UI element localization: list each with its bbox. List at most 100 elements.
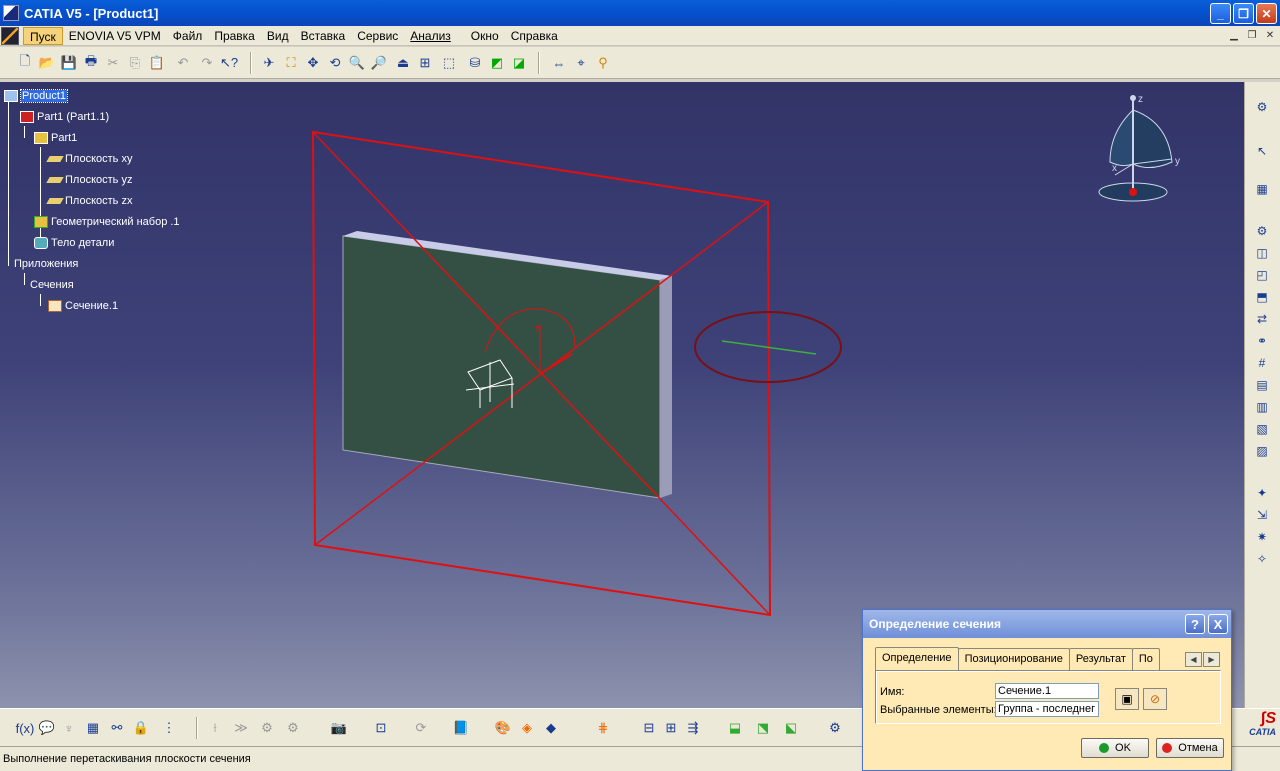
multi-instantiation-icon[interactable]: ▧ [1253,420,1271,438]
snap-icon[interactable]: ⇲ [1253,506,1271,524]
cut-icon[interactable]: ✂ [104,54,122,72]
tree-node-plane-zx[interactable]: Плоскость zx [46,193,132,209]
generate-numbering-icon[interactable]: # [1253,354,1271,372]
distance-icon[interactable]: ⬔ [754,719,772,737]
document-icon[interactable] [1,26,19,45]
restore-button[interactable]: ❐ [1233,3,1254,24]
whats-this-icon[interactable]: ↖? [220,54,238,72]
menu-help[interactable]: Справка [505,27,564,45]
measure-between-icon[interactable]: ⇔ [550,54,568,72]
apply-material-icon[interactable]: 🎨 [494,719,512,737]
space-analysis-icon[interactable]: ⬓ [726,719,744,737]
formula-icon[interactable]: f(x) [16,719,35,737]
menu-file[interactable]: Файл [167,27,209,45]
help-button[interactable]: ? [1185,614,1205,634]
save-icon[interactable]: 💾 [60,54,78,72]
manipulation-icon[interactable]: ✦ [1253,484,1271,502]
redo-icon[interactable]: ↷ [198,54,216,72]
clash-icon[interactable]: ⇶ [684,719,702,737]
pan-icon[interactable]: ✥ [304,54,322,72]
camera-icon[interactable]: 📷 [330,719,348,737]
copy-icon[interactable]: ⎘ [126,54,144,72]
undo-icon[interactable]: ↶ [174,54,192,72]
sketcher-icon[interactable]: ⚙ [1253,98,1271,116]
swap-space-icon[interactable]: ◪ [510,54,528,72]
tab-scroll-left-icon[interactable]: ◀ [1185,652,1202,667]
menu-window[interactable]: Окно [465,27,505,45]
offset-icon[interactable]: ⚙ [284,719,302,737]
rule-icon[interactable]: ♆ [60,719,78,737]
hide-show-icon[interactable]: ◩ [488,54,506,72]
menu-analysis[interactable]: Анализ [404,27,457,45]
compare-icon[interactable]: ⬕ [782,719,800,737]
selected-elements-field[interactable]: Группа - последнег [995,701,1099,717]
fly-mode-icon[interactable]: ✈ [260,54,278,72]
replace-component-icon[interactable]: ⇄ [1253,310,1271,328]
catalog-icon[interactable]: ▦ [1253,180,1271,198]
menu-tools[interactable]: Сервис [351,27,404,45]
ok-button[interactable]: OK [1081,738,1149,758]
existing-component-icon[interactable]: ⚙ [1253,222,1271,240]
rotate-icon[interactable]: ⟲ [326,54,344,72]
tree-node-part1[interactable]: Part1 [34,130,77,146]
fast-multi-instantiation-icon[interactable]: ▨ [1253,442,1271,460]
paste-icon[interactable]: 📋 [148,54,166,72]
tab-positioning[interactable]: Позиционирование [957,648,1070,670]
update-icon[interactable]: ⟳ [412,719,430,737]
menu-enovia[interactable]: ENOVIA V5 VPM [63,27,167,45]
tree-node-plane-xy[interactable]: Плоскость xy [46,151,132,167]
tab-more[interactable]: По [1131,648,1160,670]
doc-minimize-button[interactable]: ▁ [1226,27,1242,43]
measure-icon[interactable]: ⊟ [640,719,658,737]
new-icon[interactable]: 🗋 [16,53,34,72]
name-field[interactable]: Сечение.1 [995,683,1099,699]
tree-node-applications[interactable]: Приложения [4,256,78,272]
graph-tree-icon[interactable]: ⚭ [1253,332,1271,350]
measure-inertia-icon[interactable]: ⚲ [594,54,612,72]
menu-view[interactable]: Вид [261,27,295,45]
comment-icon[interactable]: 💬 [38,719,56,737]
stop-manipulate-icon[interactable]: ✧ [1253,550,1271,568]
new-part-icon[interactable]: ⬒ [1253,288,1271,306]
iso-view-icon[interactable]: ⬚ [440,54,458,72]
menu-start[interactable]: Пуск [23,26,63,45]
multi-view-icon[interactable]: ⊞ [416,54,434,72]
open-icon[interactable]: 📂 [38,54,56,72]
compass-icon[interactable]: z x y [1098,94,1180,202]
contact-icon[interactable]: ⚙ [258,719,276,737]
normal-view-icon[interactable]: ⏏ [394,54,412,72]
zoom-in-icon[interactable]: 🔍 [348,54,366,72]
menu-insert[interactable]: Вставка [295,27,352,45]
new-product-icon[interactable]: ◰ [1253,266,1271,284]
render-style-icon[interactable]: ⛁ [466,54,484,72]
edit-selection-icon[interactable]: ▣ [1115,688,1139,710]
part-front-face[interactable] [342,235,661,499]
new-component-icon[interactable]: ◫ [1253,244,1271,262]
tab-scroll-right-icon[interactable]: ▶ [1203,652,1220,667]
tree-node-product1[interactable]: Product1 [4,88,69,104]
dialog-title-bar[interactable]: Определение сечения [863,610,1231,638]
manage-representations-icon[interactable]: ▥ [1253,398,1271,416]
lock-icon[interactable]: 🔒 [132,719,150,737]
fit-all-icon[interactable]: ⛶ [282,54,300,72]
constraint-icon[interactable]: ⟊ [206,719,224,737]
measure-item-icon[interactable]: ⌖ [572,54,590,72]
tree-node-section1[interactable]: Сечение.1 [48,298,118,314]
doc-close-button[interactable]: ✕ [1262,27,1278,43]
catalog-browser-icon[interactable]: 📘 [452,719,470,737]
tree-node-sections[interactable]: Сечения [20,277,74,293]
tree-node-body[interactable]: Тело детали [34,235,114,251]
cancel-button[interactable]: Отмена [1156,738,1224,758]
selective-load-icon[interactable]: ▤ [1253,376,1271,394]
catia-app-icon[interactable] [3,5,19,21]
render-icon[interactable]: ◈ [518,719,536,737]
tree-node-part-instance[interactable]: Part1 (Part1.1) [20,109,109,125]
select-icon[interactable]: ↖ [1253,142,1271,160]
law-icon[interactable]: ⚯ [108,719,126,737]
clear-selection-icon[interactable]: ⊘ [1143,688,1167,710]
grid-icon[interactable]: ⋕ [594,719,612,737]
tab-definition[interactable]: Определение [875,647,959,671]
tab-result[interactable]: Результат [1068,648,1133,670]
parameter-icon[interactable]: ⋮ [160,719,178,737]
dialog-close-button[interactable]: X [1208,614,1228,634]
